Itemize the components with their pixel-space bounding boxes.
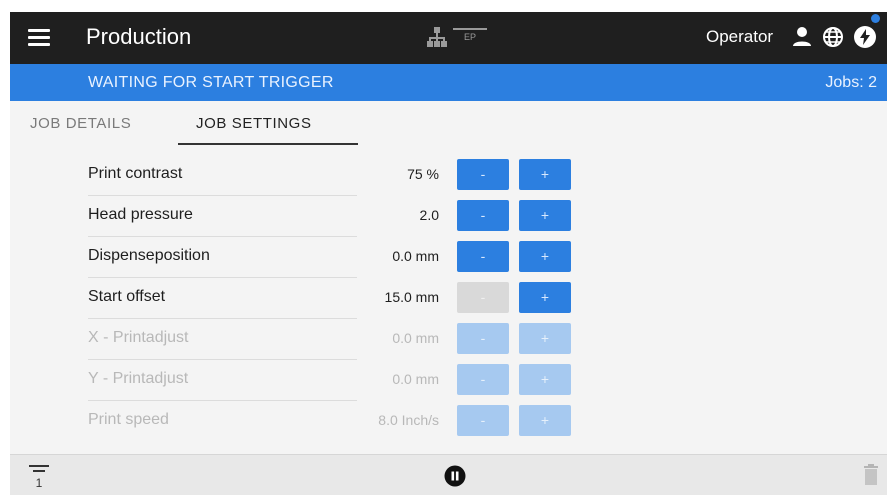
user-icon[interactable] (792, 26, 812, 48)
jobs-count: Jobs: 2 (825, 74, 877, 91)
bottom-toolbar: 1 (10, 454, 887, 495)
increase-button[interactable]: + (519, 405, 571, 436)
setting-row-dispenseposition: Dispenseposition 0.0 mm - + (10, 237, 887, 278)
setting-label: X - Printadjust (88, 329, 189, 346)
setting-label: Print speed (88, 411, 169, 428)
globe-icon[interactable] (822, 26, 844, 48)
network-icon[interactable] (426, 26, 448, 48)
power-icon[interactable] (853, 25, 877, 49)
decrease-button[interactable]: - (457, 364, 509, 395)
setting-value: 15.0 mm (384, 289, 439, 305)
network-badge: EP (453, 28, 487, 44)
setting-value: 0.0 mm (392, 371, 439, 387)
sort-label: 1 (36, 476, 43, 489)
setting-value: 8.0 Inch/s (378, 412, 439, 428)
setting-value: 75 % (407, 166, 439, 182)
tab-job-settings[interactable]: JOB SETTINGS (196, 115, 312, 132)
setting-label: Head pressure (88, 206, 193, 223)
menu-icon[interactable] (28, 26, 50, 48)
setting-value: 2.0 (419, 207, 439, 223)
setting-label: Dispenseposition (88, 247, 210, 264)
sort-icon[interactable]: 1 (28, 463, 50, 489)
tab-bar: JOB DETAILS JOB SETTINGS (10, 101, 887, 145)
increase-button[interactable]: + (519, 364, 571, 395)
setting-value: 0.0 mm (392, 248, 439, 264)
increase-button[interactable]: + (519, 323, 571, 354)
setting-label: Y - Printadjust (88, 370, 189, 387)
setting-row-start-offset: Start offset 15.0 mm - + (10, 278, 887, 319)
setting-row-print-speed: Print speed 8.0 Inch/s - + (10, 401, 887, 442)
top-app-bar: Production EP Operator (10, 12, 887, 64)
setting-row-print-contrast: Print contrast 75 % - + (10, 155, 887, 196)
trash-icon[interactable] (862, 463, 880, 487)
increase-button[interactable]: + (519, 200, 571, 231)
increase-button[interactable]: + (519, 159, 571, 190)
setting-row-y-printadjust: Y - Printadjust 0.0 mm - + (10, 360, 887, 401)
setting-row-x-printadjust: X - Printadjust 0.0 mm - + (10, 319, 887, 360)
pause-icon[interactable] (444, 465, 466, 487)
decrease-button[interactable]: - (457, 405, 509, 436)
active-tab-indicator (178, 143, 358, 145)
setting-value: 0.0 mm (392, 330, 439, 346)
setting-label: Print contrast (88, 165, 183, 182)
app-window: Production EP Operator WAITING FOR START… (10, 12, 887, 495)
increase-button[interactable]: + (519, 241, 571, 272)
decrease-button[interactable]: - (457, 241, 509, 272)
status-text: WAITING FOR START TRIGGER (88, 74, 334, 91)
page-title: Production (86, 24, 192, 49)
notification-dot (871, 14, 880, 23)
status-bar: WAITING FOR START TRIGGER Jobs: 2 (10, 64, 887, 101)
increase-button[interactable]: + (519, 282, 571, 313)
decrease-button[interactable]: - (457, 323, 509, 354)
setting-row-head-pressure: Head pressure 2.0 - + (10, 196, 887, 237)
decrease-button[interactable]: - (457, 282, 509, 313)
tab-job-details[interactable]: JOB DETAILS (30, 115, 131, 132)
setting-label: Start offset (88, 288, 166, 305)
user-role-label: Operator (706, 27, 774, 46)
decrease-button[interactable]: - (457, 200, 509, 231)
decrease-button[interactable]: - (457, 159, 509, 190)
